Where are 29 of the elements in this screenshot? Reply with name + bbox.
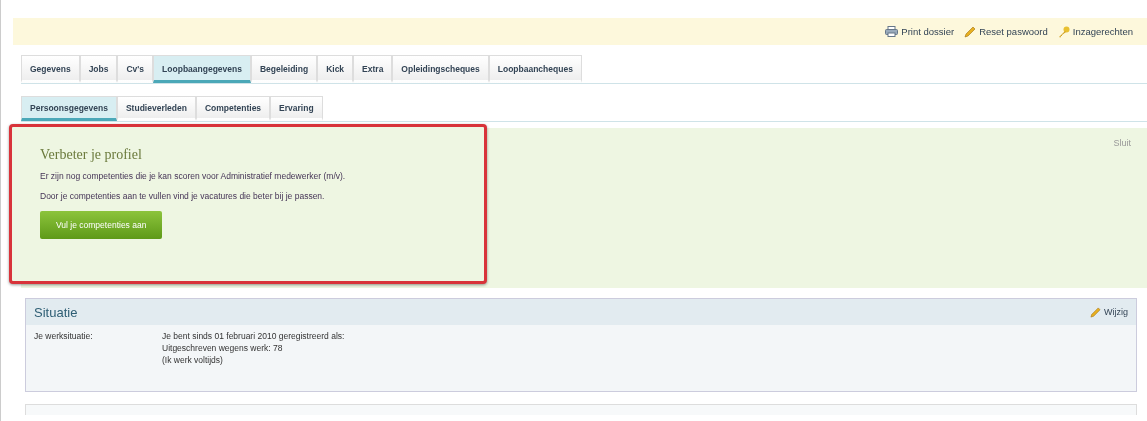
notice-text: Er zijn nog competenties die je kan scoren voor Administratief medewerker (m/v). [40, 171, 347, 181]
action-link[interactable]: Reset paswoord [964, 25, 1048, 38]
tab[interactable]: Kick [317, 55, 354, 83]
notice-title: Verbeter je profiel [40, 147, 143, 163]
tab[interactable]: Extra [353, 55, 393, 83]
field-value: (Ik werk voltijds) [162, 355, 224, 365]
tab[interactable]: Ervaring [270, 96, 323, 121]
field-value: Je bent sinds 01 februari 2010 geregistreerd als: [162, 331, 345, 341]
tab[interactable]: Loopbaancheques [488, 55, 582, 83]
notice-text: Door je competenties aan te vullen vind je vacatures die beter bij je passen. [40, 191, 326, 201]
tab[interactable]: Opleidingscheques [392, 55, 489, 83]
pencil-icon [1090, 306, 1101, 318]
field-label: Je werksituatie: [34, 331, 94, 343]
tab[interactable]: Jobs [79, 55, 118, 83]
tab[interactable]: Competenties [195, 96, 271, 121]
panel-title: Situatie [34, 304, 78, 320]
tab[interactable]: Persoonsgegevens [21, 96, 117, 121]
tab[interactable]: Studieverleden [116, 96, 196, 121]
edit-link[interactable]: Wijzig [1090, 306, 1128, 318]
printer-icon [885, 26, 899, 37]
pencil-icon [964, 25, 977, 38]
tab[interactable]: Loopbaangegevens [153, 55, 251, 83]
tab[interactable]: Begeleiding [250, 55, 318, 83]
action-link[interactable]: Print dossier [885, 26, 955, 37]
key-icon [1057, 25, 1070, 38]
tab[interactable]: Gegevens [21, 55, 80, 83]
action-link[interactable]: Inzagerechten [1057, 25, 1133, 38]
tab[interactable]: Cv's [117, 55, 154, 83]
field-value: Uitgeschreven wegens werk: 78 [162, 343, 284, 353]
